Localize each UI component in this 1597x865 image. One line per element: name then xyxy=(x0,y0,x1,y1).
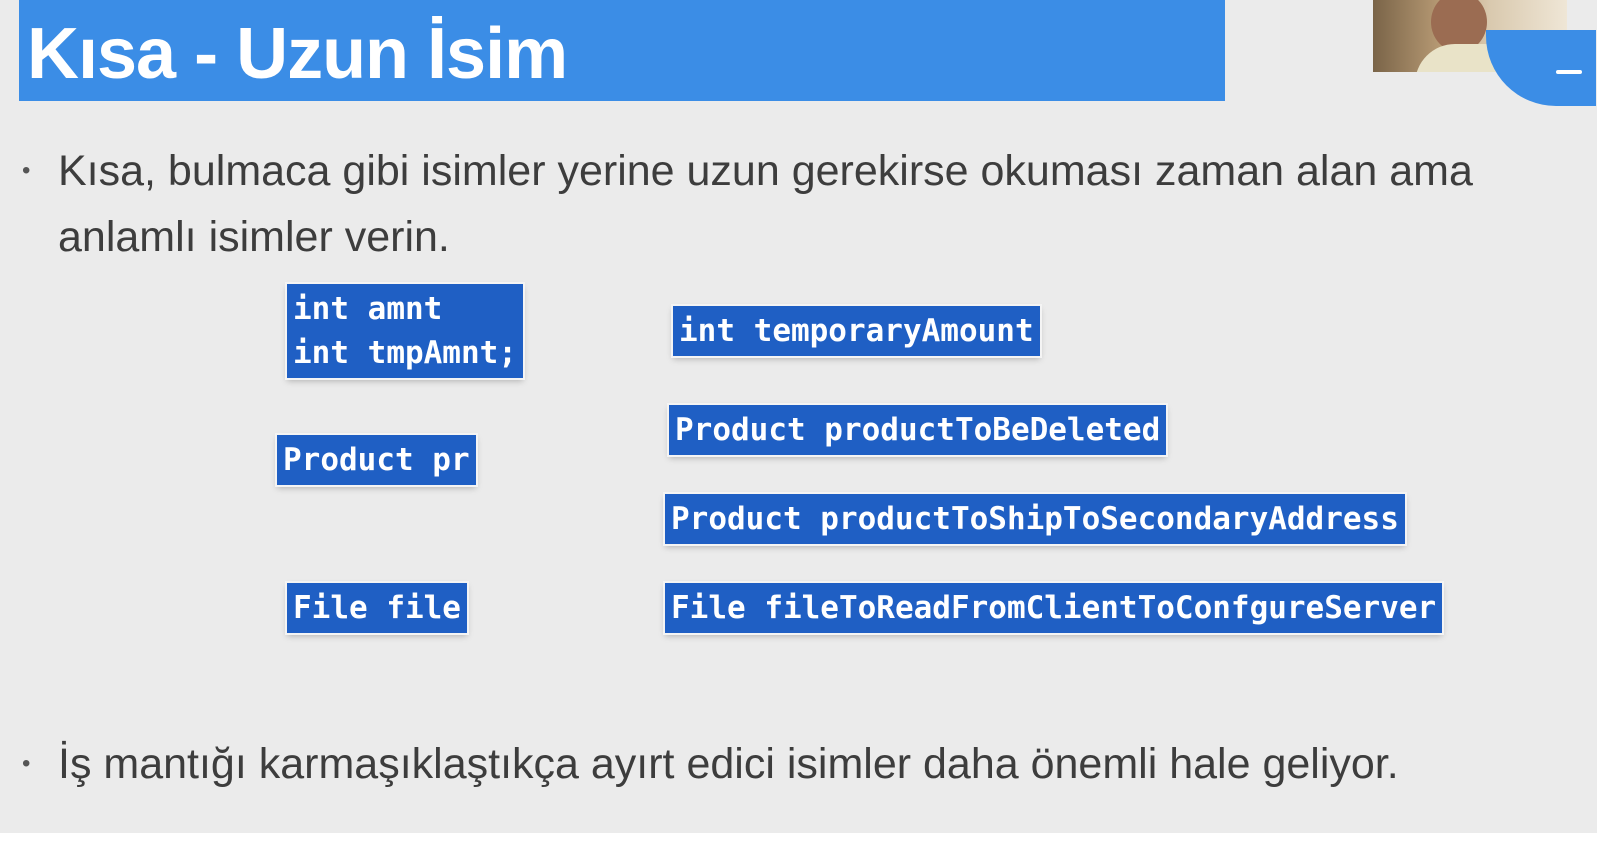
code-snippet-short-product: Product pr xyxy=(277,435,476,485)
corner-logo-mark xyxy=(1556,70,1582,74)
bullet-dot: • xyxy=(22,750,31,777)
code-snippet-long-file: File fileToReadFromClientToConfgureServe… xyxy=(665,583,1443,633)
slide: Kısa - Uzun İsim • Kısa, bulmaca gibi is… xyxy=(0,0,1597,833)
bullet-text: Kısa, bulmaca gibi isimler yerine uzun g… xyxy=(58,147,1473,261)
code-snippet-long-product-deleted: Product productToBeDeleted xyxy=(669,405,1167,455)
code-snippet-short-file: File file xyxy=(287,583,467,633)
bullet-text: İş mantığı karmaşıklaştıkça ayırt edici … xyxy=(58,740,1399,788)
corner-logo xyxy=(1486,30,1596,106)
bullet-dot: • xyxy=(22,157,31,184)
bullet-item: • Kısa, bulmaca gibi isimler yerine uzun… xyxy=(22,138,1502,270)
title-bar: Kısa - Uzun İsim xyxy=(19,0,1225,101)
code-snippet-long-product-ship: Product productToShipToSecondaryAddress xyxy=(665,494,1405,544)
code-snippet-short-amount: int amnt int tmpAmnt; xyxy=(287,284,523,378)
bullet-item: • İş mantığı karmaşıklaştıkça ayırt edic… xyxy=(22,731,1562,797)
slide-title: Kısa - Uzun İsim xyxy=(27,14,568,94)
code-snippet-long-amount: int temporaryAmount xyxy=(673,306,1040,356)
